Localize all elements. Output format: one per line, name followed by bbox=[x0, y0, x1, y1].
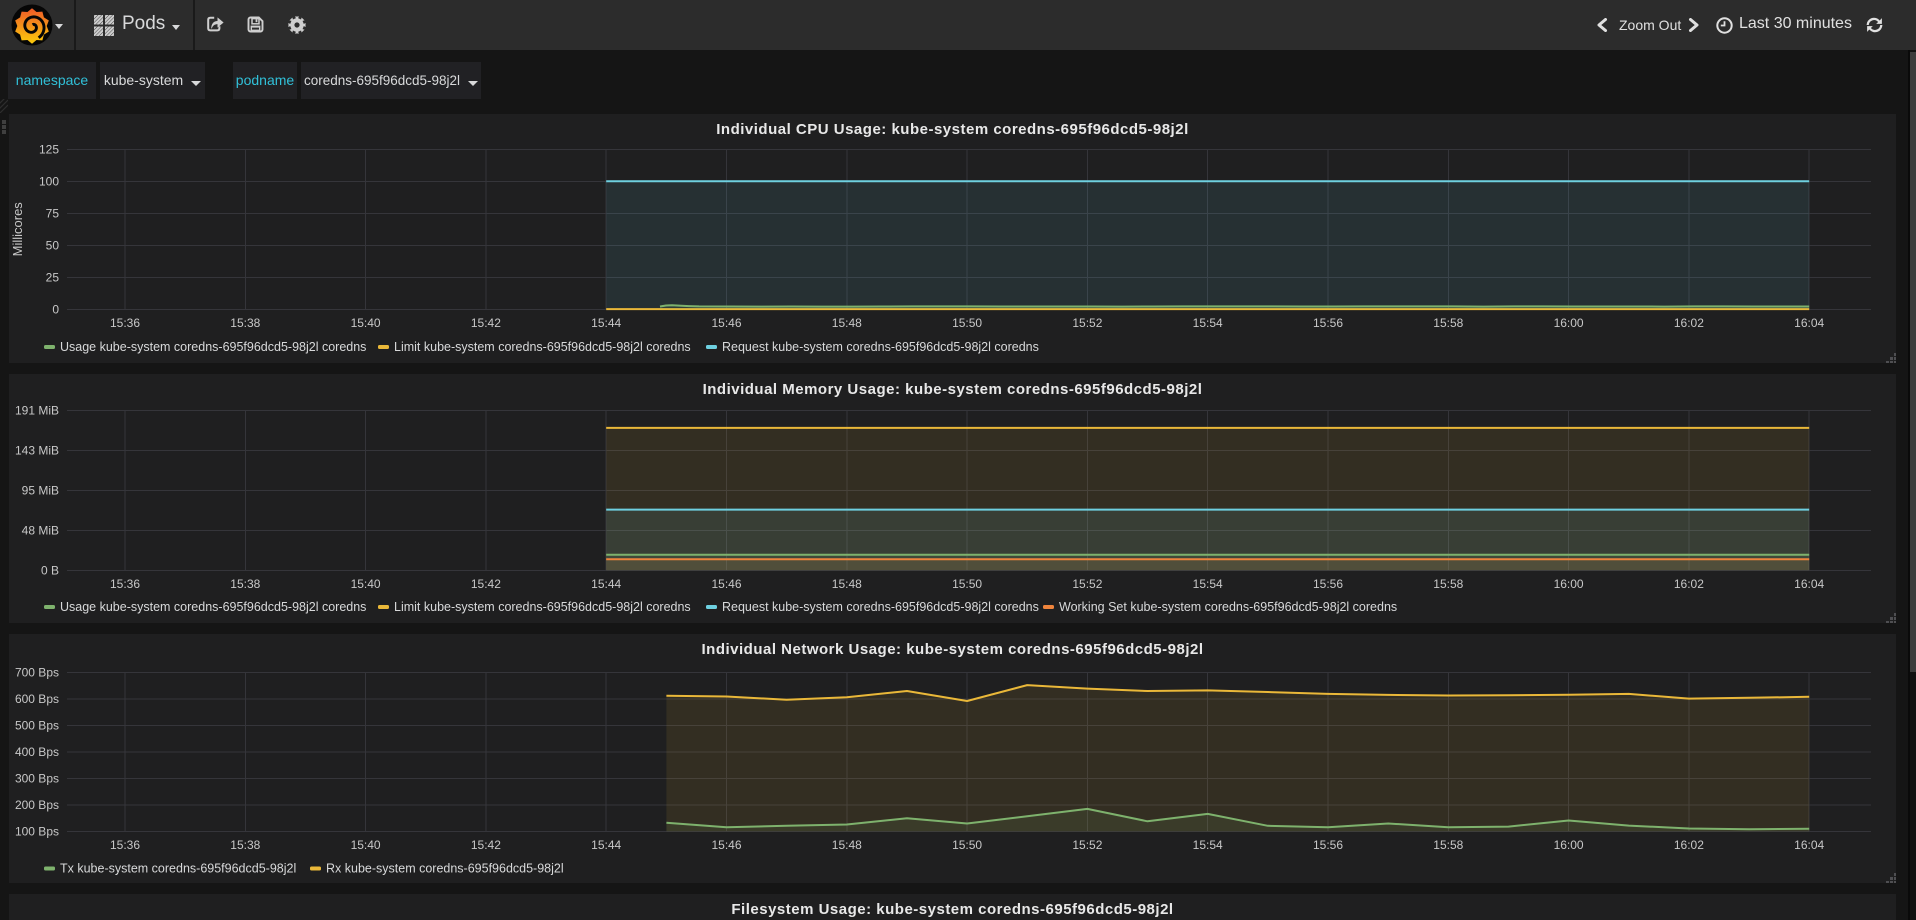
svg-text:16:04: 16:04 bbox=[1794, 838, 1824, 852]
svg-text:15:56: 15:56 bbox=[1313, 316, 1343, 330]
svg-text:16:02: 16:02 bbox=[1674, 316, 1704, 330]
svg-text:16:02: 16:02 bbox=[1674, 838, 1704, 852]
svg-text:15:42: 15:42 bbox=[471, 838, 501, 852]
svg-text:15:56: 15:56 bbox=[1313, 577, 1343, 591]
svg-text:15:40: 15:40 bbox=[351, 577, 381, 591]
svg-text:400 Bps: 400 Bps bbox=[15, 745, 59, 759]
svg-text:15:36: 15:36 bbox=[110, 316, 140, 330]
svg-text:Tx kube-system coredns-695f96d: Tx kube-system coredns-695f96dcd5-98j2l bbox=[60, 862, 296, 876]
svg-text:75: 75 bbox=[46, 206, 60, 220]
svg-text:100 Bps: 100 Bps bbox=[15, 824, 59, 838]
svg-text:15:44: 15:44 bbox=[591, 838, 621, 852]
svg-text:Millicores: Millicores bbox=[10, 202, 25, 257]
svg-text:15:38: 15:38 bbox=[230, 838, 260, 852]
svg-text:15:54: 15:54 bbox=[1193, 316, 1223, 330]
svg-text:200 Bps: 200 Bps bbox=[15, 798, 59, 812]
svg-text:Request kube-system coredns-69: Request kube-system coredns-695f96dcd5-9… bbox=[722, 340, 1039, 354]
svg-text:15:54: 15:54 bbox=[1193, 577, 1223, 591]
svg-text:100: 100 bbox=[39, 174, 59, 188]
svg-text:700 Bps: 700 Bps bbox=[15, 665, 59, 679]
svg-text:Individual Memory Usage: kube-: Individual Memory Usage: kube-system cor… bbox=[703, 381, 1203, 398]
svg-text:16:04: 16:04 bbox=[1794, 577, 1824, 591]
svg-text:Individual Network Usage: kube: Individual Network Usage: kube-system co… bbox=[702, 641, 1204, 658]
svg-text:Request kube-system coredns-69: Request kube-system coredns-695f96dcd5-9… bbox=[722, 600, 1039, 614]
svg-text:Filesystem Usage: kube-system: Filesystem Usage: kube-system coredns-69… bbox=[731, 901, 1173, 918]
svg-text:15:52: 15:52 bbox=[1072, 838, 1102, 852]
svg-text:16:00: 16:00 bbox=[1554, 577, 1584, 591]
svg-text:16:00: 16:00 bbox=[1554, 316, 1584, 330]
svg-text:Individual CPU Usage: kube-sys: Individual CPU Usage: kube-system coredn… bbox=[716, 121, 1189, 138]
svg-text:48 MiB: 48 MiB bbox=[22, 523, 59, 537]
svg-text:Limit kube-system coredns-695f: Limit kube-system coredns-695f96dcd5-98j… bbox=[394, 340, 691, 354]
svg-text:15:56: 15:56 bbox=[1313, 838, 1343, 852]
svg-text:Rx kube-system coredns-695f96d: Rx kube-system coredns-695f96dcd5-98j2l bbox=[326, 862, 564, 876]
svg-text:15:58: 15:58 bbox=[1433, 577, 1463, 591]
svg-text:Limit kube-system coredns-695f: Limit kube-system coredns-695f96dcd5-98j… bbox=[394, 600, 691, 614]
svg-text:191 MiB: 191 MiB bbox=[15, 403, 59, 417]
svg-text:15:40: 15:40 bbox=[351, 316, 381, 330]
svg-text:15:48: 15:48 bbox=[832, 838, 862, 852]
svg-text:15:36: 15:36 bbox=[110, 838, 140, 852]
svg-text:15:46: 15:46 bbox=[711, 316, 741, 330]
svg-text:15:40: 15:40 bbox=[351, 838, 381, 852]
svg-text:15:52: 15:52 bbox=[1072, 577, 1102, 591]
svg-text:15:46: 15:46 bbox=[711, 838, 741, 852]
svg-text:500 Bps: 500 Bps bbox=[15, 718, 59, 732]
svg-text:95 MiB: 95 MiB bbox=[22, 483, 59, 497]
svg-text:15:52: 15:52 bbox=[1072, 316, 1102, 330]
svg-text:15:44: 15:44 bbox=[591, 316, 621, 330]
svg-text:Working Set kube-system coredn: Working Set kube-system coredns-695f96dc… bbox=[1059, 600, 1397, 614]
svg-text:16:04: 16:04 bbox=[1794, 316, 1824, 330]
svg-text:15:46: 15:46 bbox=[711, 577, 741, 591]
svg-text:15:54: 15:54 bbox=[1193, 838, 1223, 852]
svg-text:15:38: 15:38 bbox=[230, 316, 260, 330]
svg-text:15:36: 15:36 bbox=[110, 577, 140, 591]
svg-text:15:50: 15:50 bbox=[952, 577, 982, 591]
svg-text:15:42: 15:42 bbox=[471, 316, 501, 330]
svg-text:600 Bps: 600 Bps bbox=[15, 692, 59, 706]
svg-text:Usage kube-system coredns-695f: Usage kube-system coredns-695f96dcd5-98j… bbox=[60, 600, 366, 614]
svg-text:300 Bps: 300 Bps bbox=[15, 771, 59, 785]
svg-text:Usage kube-system coredns-695f: Usage kube-system coredns-695f96dcd5-98j… bbox=[60, 340, 366, 354]
svg-text:25: 25 bbox=[46, 270, 60, 284]
svg-text:15:58: 15:58 bbox=[1433, 838, 1463, 852]
svg-text:15:42: 15:42 bbox=[471, 577, 501, 591]
svg-text:143 MiB: 143 MiB bbox=[15, 443, 59, 457]
svg-text:0 B: 0 B bbox=[41, 563, 59, 577]
svg-text:50: 50 bbox=[46, 238, 60, 252]
svg-text:16:02: 16:02 bbox=[1674, 577, 1704, 591]
svg-text:15:50: 15:50 bbox=[952, 838, 982, 852]
svg-text:16:00: 16:00 bbox=[1554, 838, 1584, 852]
svg-text:15:48: 15:48 bbox=[832, 316, 862, 330]
svg-text:15:44: 15:44 bbox=[591, 577, 621, 591]
svg-text:15:48: 15:48 bbox=[832, 577, 862, 591]
svg-text:15:38: 15:38 bbox=[230, 577, 260, 591]
svg-text:125: 125 bbox=[39, 142, 59, 156]
svg-text:0: 0 bbox=[52, 302, 59, 316]
svg-text:15:58: 15:58 bbox=[1433, 316, 1463, 330]
svg-text:15:50: 15:50 bbox=[952, 316, 982, 330]
